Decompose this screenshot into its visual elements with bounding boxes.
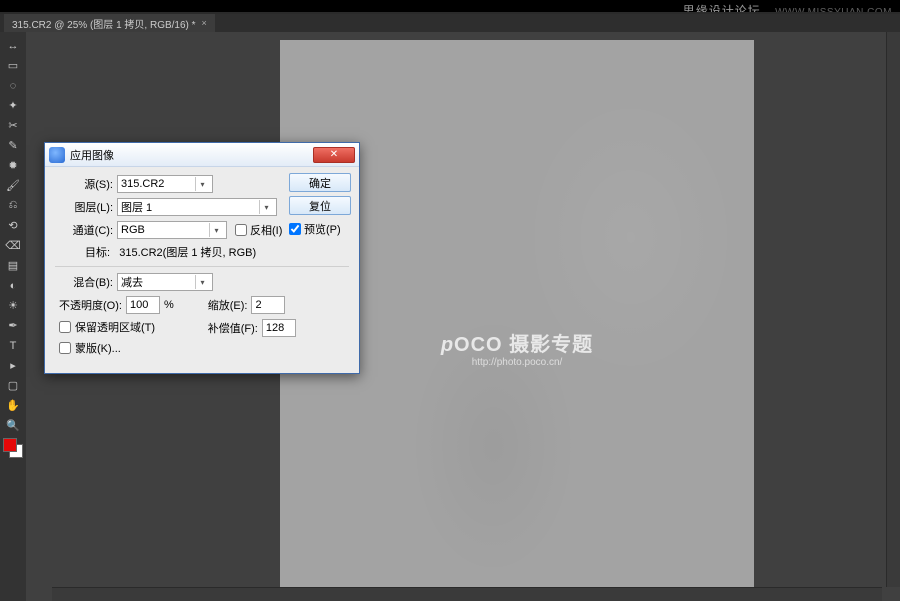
chevron-down-icon: ▾ bbox=[195, 177, 209, 191]
dialog-titlebar[interactable]: 应用图像 ✕ bbox=[45, 143, 359, 167]
stamp-tool[interactable]: ⎌ bbox=[3, 196, 23, 215]
chevron-down-icon: ▾ bbox=[209, 223, 223, 237]
brush-tool[interactable]: 🖌 bbox=[3, 176, 23, 195]
close-tab-icon[interactable]: × bbox=[202, 18, 207, 28]
pen-tool[interactable]: ✒ bbox=[3, 316, 23, 335]
offset-input[interactable] bbox=[262, 319, 296, 337]
source-value: 315.CR2 bbox=[121, 178, 164, 190]
scale-input[interactable] bbox=[251, 296, 285, 314]
vertical-scrollbar[interactable] bbox=[886, 32, 900, 587]
layer-value: 图层 1 bbox=[121, 199, 152, 215]
crop-tool[interactable]: ✂ bbox=[3, 116, 23, 135]
hand-tool[interactable]: ✋ bbox=[3, 396, 23, 415]
dodge-tool[interactable]: ☀ bbox=[3, 296, 23, 315]
color-swatch[interactable] bbox=[3, 438, 23, 458]
offset-label: 补偿值(F): bbox=[208, 320, 258, 336]
mask-label: 蒙版(K)... bbox=[75, 340, 121, 356]
source-select[interactable]: 315.CR2 ▾ bbox=[117, 175, 213, 193]
document-tabbar: 315.CR2 @ 25% (图层 1 拷贝, RGB/16) * × bbox=[0, 14, 900, 32]
dialog-button-column: 确定 复位 预览(P) bbox=[289, 173, 351, 237]
eyedropper-tool[interactable]: ✎ bbox=[3, 136, 23, 155]
spot-heal-tool[interactable]: ✹ bbox=[3, 156, 23, 175]
dialog-close-button[interactable]: ✕ bbox=[313, 147, 355, 163]
dialog-body: 确定 复位 预览(P) 源(S): 315.CR2 ▾ bbox=[45, 167, 359, 373]
chevron-down-icon: ▾ bbox=[259, 200, 273, 214]
preserve-transparency-checkbox[interactable]: 保留透明区域(T) bbox=[59, 319, 174, 335]
ok-button[interactable]: 确定 bbox=[289, 173, 351, 192]
rectangle-tool[interactable]: ▢ bbox=[3, 376, 23, 395]
chevron-down-icon: ▾ bbox=[195, 275, 209, 289]
horizontal-scrollbar[interactable] bbox=[52, 587, 882, 601]
foreground-color-swatch[interactable] bbox=[3, 438, 17, 452]
invert-checkbox-input[interactable] bbox=[235, 224, 247, 236]
poco-line1: pPOCO 摄影专题OCO 摄影专题 bbox=[441, 328, 593, 357]
preview-checkbox[interactable]: 预览(P) bbox=[289, 221, 351, 237]
target-value: 315.CR2(图层 1 拷贝, RGB) bbox=[119, 247, 256, 259]
type-tool[interactable]: T bbox=[3, 336, 23, 355]
blend-label: 混合(B): bbox=[55, 274, 113, 290]
poco-url: http://photo.poco.cn/ bbox=[441, 357, 593, 368]
move-tool[interactable]: ↔ bbox=[3, 36, 23, 55]
separator bbox=[55, 266, 349, 267]
layer-label: 图层(L): bbox=[55, 199, 113, 215]
target-row: 目标: 315.CR2(图层 1 拷贝, RGB) bbox=[85, 244, 349, 260]
dialog-icon bbox=[49, 147, 65, 163]
layer-select[interactable]: 图层 1 ▾ bbox=[117, 198, 277, 216]
photoshop-window: 315.CR2 @ 25% (图层 1 拷贝, RGB/16) * × ↔▭◌✦… bbox=[0, 12, 900, 601]
source-label: 源(S): bbox=[55, 176, 113, 192]
marquee-tool[interactable]: ▭ bbox=[3, 56, 23, 75]
eraser-tool[interactable]: ⌫ bbox=[3, 236, 23, 255]
target-label: 目标: bbox=[85, 247, 110, 259]
blend-value: 减去 bbox=[121, 274, 143, 290]
blend-select[interactable]: 减去 ▾ bbox=[117, 273, 213, 291]
workarea: ↔▭◌✦✂✎✹🖌⎌⟲⌫▤◐☀✒T▸▢✋🔍 pPOCO 摄影专题OCO 摄影专题 … bbox=[0, 32, 900, 601]
channel-value: RGB bbox=[121, 224, 145, 236]
preview-label: 预览(P) bbox=[304, 221, 341, 237]
document-tab[interactable]: 315.CR2 @ 25% (图层 1 拷贝, RGB/16) * × bbox=[4, 14, 215, 33]
mask-checkbox-input[interactable] bbox=[59, 342, 71, 354]
opacity-input[interactable] bbox=[126, 296, 160, 314]
canvas-area: pPOCO 摄影专题OCO 摄影专题 http://photo.poco.cn/… bbox=[26, 32, 900, 601]
opacity-unit: % bbox=[164, 299, 174, 311]
invert-checkbox[interactable]: 反相(I) bbox=[235, 222, 282, 238]
preserve-label: 保留透明区域(T) bbox=[75, 319, 155, 335]
preserve-checkbox-input[interactable] bbox=[59, 321, 71, 333]
opacity-label: 不透明度(O): bbox=[59, 297, 122, 313]
wand-tool[interactable]: ✦ bbox=[3, 96, 23, 115]
document-tab-label: 315.CR2 @ 25% (图层 1 拷贝, RGB/16) * bbox=[12, 16, 196, 31]
apply-image-dialog: 应用图像 ✕ 确定 复位 预览(P) 源(S): bbox=[44, 142, 360, 374]
close-icon: ✕ bbox=[330, 149, 338, 160]
toolbox: ↔▭◌✦✂✎✹🖌⎌⟲⌫▤◐☀✒T▸▢✋🔍 bbox=[0, 32, 26, 601]
path-select-tool[interactable]: ▸ bbox=[3, 356, 23, 375]
reset-button[interactable]: 复位 bbox=[289, 196, 351, 215]
blur-tool[interactable]: ◐ bbox=[3, 276, 23, 295]
dialog-title: 应用图像 bbox=[70, 147, 313, 163]
scale-label: 缩放(E): bbox=[208, 297, 248, 313]
gradient-tool[interactable]: ▤ bbox=[3, 256, 23, 275]
poco-watermark: pPOCO 摄影专题OCO 摄影专题 http://photo.poco.cn/ bbox=[441, 328, 593, 368]
history-brush-tool[interactable]: ⟲ bbox=[3, 216, 23, 235]
preview-checkbox-input[interactable] bbox=[289, 223, 301, 235]
invert-label: 反相(I) bbox=[250, 222, 282, 238]
zoom-tool[interactable]: 🔍 bbox=[3, 416, 23, 435]
channel-select[interactable]: RGB ▾ bbox=[117, 221, 227, 239]
lasso-tool[interactable]: ◌ bbox=[3, 76, 23, 95]
mask-checkbox[interactable]: 蒙版(K)... bbox=[59, 340, 174, 356]
channel-label: 通道(C): bbox=[55, 222, 113, 238]
